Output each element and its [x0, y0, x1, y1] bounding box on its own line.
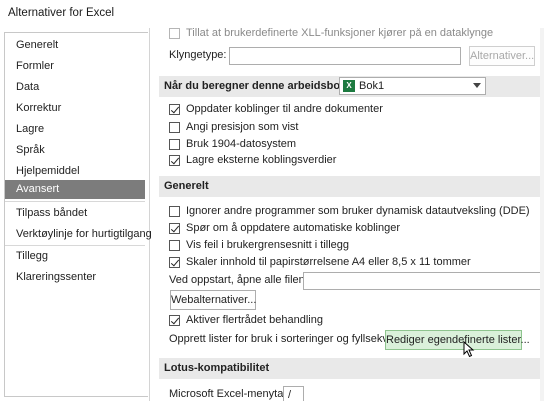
checkbox[interactable]	[169, 104, 180, 115]
checkbox[interactable]	[169, 206, 180, 217]
web-options-button[interactable]: Webalternativer...	[170, 290, 256, 310]
startup-folder-label: Ved oppstart, åpne alle filene i:	[169, 274, 320, 286]
section-title: Når du beregner denne arbeidsboken:	[164, 80, 363, 92]
sidebar-separator	[5, 245, 145, 246]
custom-lists-label: Opprett lister for bruk i sorteringer og…	[169, 333, 419, 345]
option-label: Tillat at brukerdefinerte XLL-funksjoner…	[186, 28, 494, 39]
workbook-value: Bok1	[359, 80, 385, 92]
sidebar-item-korrektur[interactable]: Korrektur	[5, 99, 145, 118]
menu-key-input[interactable]: /	[283, 386, 304, 401]
workbook-select[interactable]: X Bok1	[339, 77, 486, 95]
sidebar-item-sprak[interactable]: Språk	[5, 141, 145, 160]
alternativer-button[interactable]: Alternativer...	[469, 46, 535, 66]
option-label: Bruk 1904-datosystem	[186, 138, 297, 150]
scrollbar[interactable]	[540, 28, 544, 401]
checkbox[interactable]	[169, 240, 180, 251]
checkbox[interactable]	[169, 122, 180, 133]
section-title: Generelt	[164, 180, 209, 192]
option-label: Angi presisjon som vist	[186, 121, 299, 133]
checkbox[interactable]	[169, 155, 180, 166]
section-header-generelt: Generelt	[159, 176, 544, 197]
option-label: Skaler innhold til papirstørrelsene A4 e…	[186, 256, 471, 268]
option-label: Oppdater koblinger til andre dokumenter	[186, 103, 383, 115]
sidebar-item-verktoylinje[interactable]: Verktøylinje for hurtigtilgang	[5, 225, 152, 244]
sidebar-item-generelt[interactable]: Generelt	[5, 36, 145, 55]
startup-folder-input[interactable]	[303, 272, 544, 290]
sidebar-item-avansert[interactable]: Avansert	[5, 180, 145, 199]
excel-icon: X	[343, 80, 355, 92]
edit-custom-lists-button[interactable]: Rediger egendefinerte lister...	[385, 330, 530, 350]
sidebar-item-klareringssenter[interactable]: Klareringssenter	[5, 268, 145, 287]
klyngetype-label: Klyngetype:	[169, 49, 227, 61]
option-label: Spør om å oppdatere automatiske koblinge…	[186, 222, 401, 234]
sidebar: Generelt Formler Data Korrektur Lagre Sp…	[0, 28, 152, 401]
sidebar-item-lagre[interactable]: Lagre	[5, 120, 145, 139]
menu-key-label: Microsoft Excel-menytast:	[169, 388, 295, 400]
sidebar-item-tillegg[interactable]: Tillegg	[5, 247, 145, 266]
checkbox[interactable]	[169, 315, 180, 326]
window-title: Alternativer for Excel	[8, 7, 115, 19]
checkbox[interactable]	[169, 257, 180, 268]
option-label: Lagre eksterne koblingsverdier	[186, 154, 337, 166]
klyngetype-input[interactable]	[229, 47, 461, 65]
section-title: Lotus-kompatibilitet	[164, 362, 270, 374]
option-label: Aktiver flertrådet behandling	[186, 314, 323, 326]
section-header-lotus: Lotus-kompatibilitet	[159, 358, 544, 379]
option-label: Vis feil i brukergrensesnitt i tillegg	[186, 239, 350, 251]
checkbox[interactable]	[169, 139, 180, 150]
mouse-cursor-icon	[463, 341, 475, 358]
title-bar: Alternativer for Excel	[0, 0, 544, 28]
sidebar-separator	[5, 201, 145, 202]
sidebar-item-hjelpemiddel[interactable]: Hjelpemiddel	[5, 162, 145, 181]
checkbox[interactable]	[169, 28, 180, 39]
sidebar-item-data[interactable]: Data	[5, 78, 145, 97]
chevron-down-icon	[473, 83, 481, 88]
options-panel: Tillat at brukerdefinerte XLL-funksjoner…	[151, 28, 544, 401]
sidebar-item-tilpass-baandet[interactable]: Tilpass båndet	[5, 204, 145, 223]
option-label: Ignorer andre programmer som bruker dyna…	[186, 205, 530, 217]
checkbox[interactable]	[169, 223, 180, 234]
sidebar-item-formler[interactable]: Formler	[5, 57, 145, 76]
